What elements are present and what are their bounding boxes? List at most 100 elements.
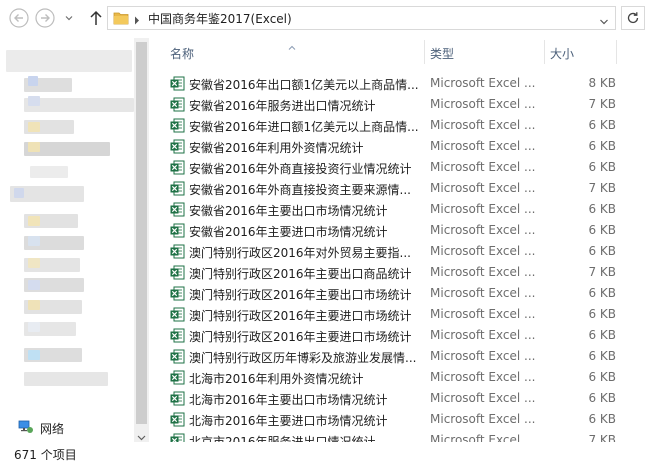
file-row[interactable]: 北海市2016年主要进口市场情况统计 Microsoft Excel ... 6 K… [162,409,650,430]
column-header-row: 名称 类型 大小 [162,38,650,66]
file-name: 安徽省2016年进口额1亿美元以上商品情... [189,120,419,134]
file-row[interactable]: 安徽省2016年主要出口市场情况统计 Microsoft Excel ... 6 K… [162,199,650,220]
file-size: 7 KB [588,181,616,195]
excel-file-icon [170,202,185,220]
file-type: Microsoft Excel ... [430,307,536,321]
excel-file-icon [170,349,185,367]
file-name: 安徽省2016年外商直接投资行业情况统计 [189,162,412,176]
navigation-pane: 网络 [0,38,150,442]
nav-pane-scroll-thumb[interactable] [136,42,147,424]
file-type: Microsoft Excel ... [430,349,536,363]
excel-file-icon [170,76,185,94]
file-row[interactable]: 澳门特别行政区历年博彩及旅游业发展情... Microsoft Excel ...… [162,346,650,367]
file-type: Microsoft Excel ... [430,76,536,90]
column-divider[interactable] [616,40,617,64]
file-size: 6 KB [588,244,616,258]
column-divider[interactable] [544,40,545,64]
file-name: 澳门特别行政区历年博彩及旅游业发展情... [189,351,417,365]
file-type: Microsoft Excel ... [430,328,536,342]
column-divider[interactable] [424,40,425,64]
file-size: 6 KB [588,118,616,132]
blurred-nav-region [30,166,68,178]
file-size: 6 KB [588,223,616,237]
file-row[interactable]: 澳门特别行政区2016年主要出口商品统计 Microsoft Excel ... 7… [162,262,650,283]
file-type: Microsoft Excel ... [430,97,536,111]
file-row[interactable]: 安徽省2016年主要进口市场情况统计 Microsoft Excel ... 6 K… [162,220,650,241]
column-header-type[interactable]: 类型 [430,45,454,62]
file-row[interactable]: 澳门特别行政区2016年主要进口市场统计 Microsoft Excel ... 6… [162,325,650,346]
file-size: 8 KB [588,76,616,90]
file-type: Microsoft Excel ... [430,118,536,132]
refresh-icon[interactable] [621,6,645,30]
file-name: 安徽省2016年服务进出口情况统计 [189,99,376,113]
excel-file-icon [170,307,185,325]
back-arrow-icon[interactable] [8,7,30,29]
file-row[interactable]: 澳门特别行政区2016年主要进口市场统计 Microsoft Excel ... 6… [162,304,650,325]
file-row[interactable]: 安徽省2016年出口额1亿美元以上商品情... Microsoft Excel .… [162,73,650,94]
file-row[interactable]: 安徽省2016年外商直接投资主要来源情... Microsoft Excel ..… [162,178,650,199]
network-nav-item[interactable]: 网络 [18,420,64,437]
excel-file-icon [170,328,185,346]
excel-file-icon [170,139,185,157]
file-name: 安徽省2016年主要出口市场情况统计 [189,204,388,218]
file-type: Microsoft Excel ... [430,160,536,174]
file-row[interactable]: 北海市2016年利用外资情况统计 Microsoft Excel ... 6 KB [162,367,650,388]
excel-file-icon [170,223,185,241]
blurred-nav-region [24,372,108,386]
up-arrow-icon[interactable] [85,7,107,29]
file-rows: 安徽省2016年出口额1亿美元以上商品情... Microsoft Excel .… [162,73,650,442]
file-type: Microsoft Excel ... [430,412,536,426]
excel-file-icon [170,370,185,388]
file-row[interactable]: 安徽省2016年服务进出口情况统计 Microsoft Excel ... 7 KB [162,94,650,115]
file-row[interactable]: 北京市2016年服务进出口情况统计 Microsoft Excel ... 7 KB [162,430,650,442]
folder-icon [113,11,129,28]
forward-arrow-icon[interactable] [34,7,56,29]
navigation-bar: 中国商务年鉴2017(Excel) [0,0,650,36]
file-row[interactable]: 安徽省2016年外商直接投资行业情况统计 Microsoft Excel ... 6… [162,157,650,178]
file-type: Microsoft Excel ... [430,391,536,405]
file-name: 安徽省2016年主要进口市场情况统计 [189,225,388,239]
file-size: 7 KB [588,265,616,279]
blurred-nav-region [24,98,134,112]
breadcrumb-path[interactable]: 中国商务年鉴2017(Excel) [148,10,292,27]
file-name: 澳门特别行政区2016年主要出口市场统计 [189,288,412,302]
file-type: Microsoft Excel ... [430,370,536,384]
blurred-nav-region [28,216,40,226]
column-header-name[interactable]: 名称 [170,45,194,62]
file-name: 澳门特别行政区2016年主要出口商品统计 [189,267,412,281]
nav-pane-scrollbar[interactable] [134,38,149,442]
column-header-size[interactable]: 大小 [550,45,574,62]
network-label: 网络 [40,422,65,436]
address-dropdown-chevron-icon[interactable] [599,15,609,29]
file-name: 安徽省2016年出口额1亿美元以上商品情... [189,78,419,92]
address-bar[interactable]: 中国商务年鉴2017(Excel) [107,6,616,30]
file-name: 北京市2016年服务进出口情况统计 [189,435,376,442]
blurred-nav-region [28,122,40,132]
file-name: 安徽省2016年利用外资情况统计 [189,141,364,155]
file-size: 7 KB [588,97,616,111]
status-bar: 671 个项目 [0,442,650,466]
file-name: 北海市2016年利用外资情况统计 [189,372,364,386]
file-size: 6 KB [588,307,616,321]
excel-file-icon [170,286,185,304]
excel-file-icon [170,118,185,136]
blurred-nav-region [28,236,40,246]
excel-file-icon [170,244,185,262]
file-row[interactable]: 澳门特别行政区2016年对外贸易主要指... Microsoft Excel ..… [162,241,650,262]
file-type: Microsoft Excel ... [430,433,536,442]
file-size: 6 KB [588,160,616,174]
file-name: 澳门特别行政区2016年主要进口市场统计 [189,309,412,323]
file-size: 6 KB [588,412,616,426]
blurred-nav-region [28,142,40,152]
file-row[interactable]: 北海市2016年主要出口市场情况统计 Microsoft Excel ... 6 K… [162,388,650,409]
breadcrumb-separator-icon[interactable] [134,14,140,28]
blurred-nav-region [28,258,40,268]
blurred-nav-region [28,350,40,360]
recent-locations-chevron-icon[interactable] [62,7,76,29]
file-type: Microsoft Excel ... [430,286,536,300]
file-row[interactable]: 安徽省2016年进口额1亿美元以上商品情... Microsoft Excel .… [162,115,650,136]
file-row[interactable]: 安徽省2016年利用外资情况统计 Microsoft Excel ... 6 KB [162,136,650,157]
file-row[interactable]: 澳门特别行政区2016年主要出口市场统计 Microsoft Excel ... 6… [162,283,650,304]
file-type: Microsoft Excel ... [430,202,536,216]
excel-file-icon [170,391,185,409]
